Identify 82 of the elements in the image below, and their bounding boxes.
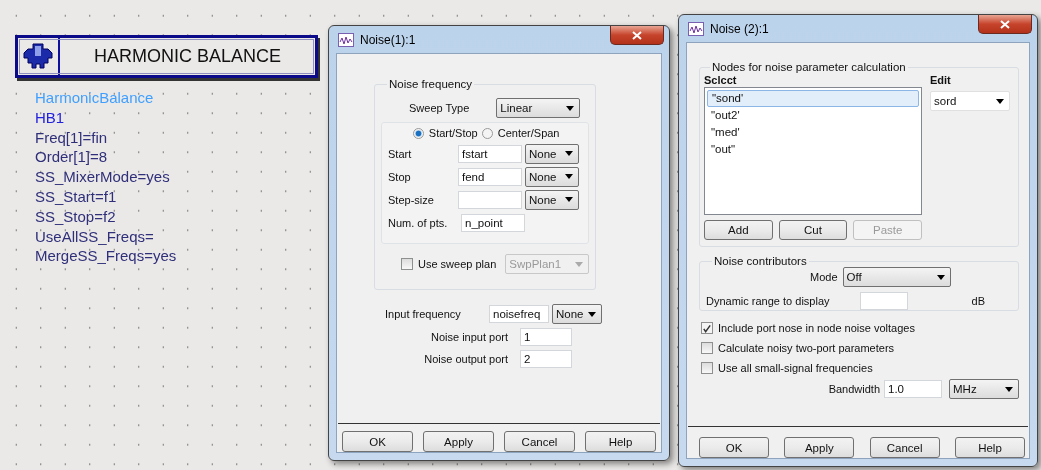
- parameter-text: Freq[1]=fin: [35, 127, 109, 148]
- list-item[interactable]: "med': [707, 124, 919, 141]
- list-button[interactable]: Cut: [778, 220, 848, 240]
- field-label: Step-size: [388, 193, 435, 206]
- block-title: HARMONIC BALANCE: [93, 46, 282, 67]
- parameter-text: UseAllSS_Freqs=: [35, 226, 155, 247]
- field-label: Mode: [810, 271, 838, 283]
- mode-dropdown[interactable]: Off: [842, 267, 951, 287]
- unit-dropdown[interactable]: None: [525, 166, 579, 187]
- check-icon: [702, 322, 712, 334]
- list-item[interactable]: "out": [707, 141, 919, 158]
- caret-icon: [565, 174, 573, 179]
- input-field[interactable]: [859, 292, 908, 310]
- parameter-text: Order[1]=8: [35, 147, 109, 168]
- dialog-button[interactable]: Help: [955, 437, 1025, 458]
- caret-icon: [575, 261, 584, 267]
- unit-dropdown[interactable]: None: [552, 304, 602, 324]
- field-label: Sweep Type: [409, 102, 470, 114]
- checkbox-option[interactable]: Include port nose in node noise voltages: [701, 321, 1029, 335]
- waveform-icon: [688, 21, 704, 36]
- input-field[interactable]: n_point: [461, 213, 525, 232]
- dialog-button[interactable]: Cancel: [504, 431, 575, 452]
- window-title: Noise(1):1: [360, 32, 416, 47]
- list-item[interactable]: "out2': [707, 107, 919, 124]
- group-title: Noise frequency: [388, 78, 474, 90]
- input-field[interactable]: fend: [458, 167, 522, 186]
- group-title: Noise contributors: [713, 255, 808, 267]
- window-title: Noise (2):1: [710, 21, 769, 36]
- close-button[interactable]: [978, 15, 1032, 34]
- input-field[interactable]: 2: [520, 350, 572, 368]
- caret-icon: [566, 105, 575, 111]
- caret-icon: [588, 311, 596, 317]
- list-item[interactable]: "sond': [707, 90, 919, 107]
- parameter-text: SS_Start=f1: [35, 187, 118, 207]
- input-field[interactable]: 1: [520, 328, 572, 346]
- input-field[interactable]: [458, 190, 522, 209]
- caret-icon: [565, 151, 573, 156]
- unit-label: dB: [971, 295, 985, 307]
- parameter-text: SS_Stop=f2: [35, 206, 117, 227]
- caret-icon: [565, 197, 573, 202]
- input-field[interactable]: fstart: [458, 144, 522, 163]
- field-label: Noise input port: [429, 331, 508, 343]
- caret-icon: [1005, 386, 1013, 392]
- field-label: Noise output port: [423, 353, 508, 365]
- list-button[interactable]: Add: [704, 220, 773, 240]
- caret-icon: [936, 274, 945, 280]
- waveform-icon: [338, 32, 354, 47]
- checkbox-option[interactable]: Calculate noisy two-port parameters: [701, 341, 1029, 355]
- field-label: Dynamic range to display: [706, 295, 830, 307]
- input-field[interactable]: noisefreq: [489, 305, 549, 323]
- dialog-button[interactable]: OK: [342, 431, 413, 452]
- sweep-type-dropdown[interactable]: Linear: [496, 98, 581, 118]
- dialog-button[interactable]: Help: [585, 431, 656, 452]
- parameter-text: MergeSS_Freqs=yes: [35, 246, 177, 267]
- field-label: Edit: [930, 74, 952, 86]
- dialog-button[interactable]: Apply: [784, 437, 855, 458]
- unit-dropdown[interactable]: None: [525, 189, 579, 210]
- close-button[interactable]: [610, 26, 664, 45]
- field-label: Stop: [388, 170, 412, 183]
- unit-dropdown[interactable]: MHz: [949, 379, 1019, 399]
- radio-option[interactable]: Start/Stop: [412, 127, 478, 139]
- parameter-text: SS_MixerMode=yes: [35, 167, 171, 187]
- dialog-button[interactable]: Cancel: [869, 437, 940, 458]
- field-label: Input frequency: [385, 308, 462, 320]
- checkbox-option[interactable]: Use all small-signal frequencies: [701, 361, 1029, 375]
- unit-dropdown[interactable]: None: [525, 143, 579, 164]
- dialog-button[interactable]: Apply: [423, 431, 494, 452]
- parameter-text: HB1: [35, 107, 66, 128]
- field-label: Start: [388, 147, 413, 160]
- component-block[interactable]: HARMONIC BALANCE: [15, 35, 318, 78]
- close-icon: [1000, 19, 1010, 29]
- edit-dropdown[interactable]: sord: [930, 91, 1010, 111]
- list-label: Sclcct: [704, 74, 738, 86]
- parameter-text: HarmonicBalance: [35, 88, 155, 108]
- field-label: Num. of pts.: [388, 216, 449, 229]
- field-label: Bandwidth: [828, 383, 880, 395]
- input-field[interactable]: 1.0: [884, 380, 942, 398]
- close-icon: [632, 30, 642, 40]
- radio-option[interactable]: Center/Span: [481, 127, 560, 139]
- caret-icon: [996, 98, 1004, 104]
- group-title: Nodes for noise parameter calculation: [711, 61, 907, 73]
- dialog-button[interactable]: OK: [699, 437, 769, 458]
